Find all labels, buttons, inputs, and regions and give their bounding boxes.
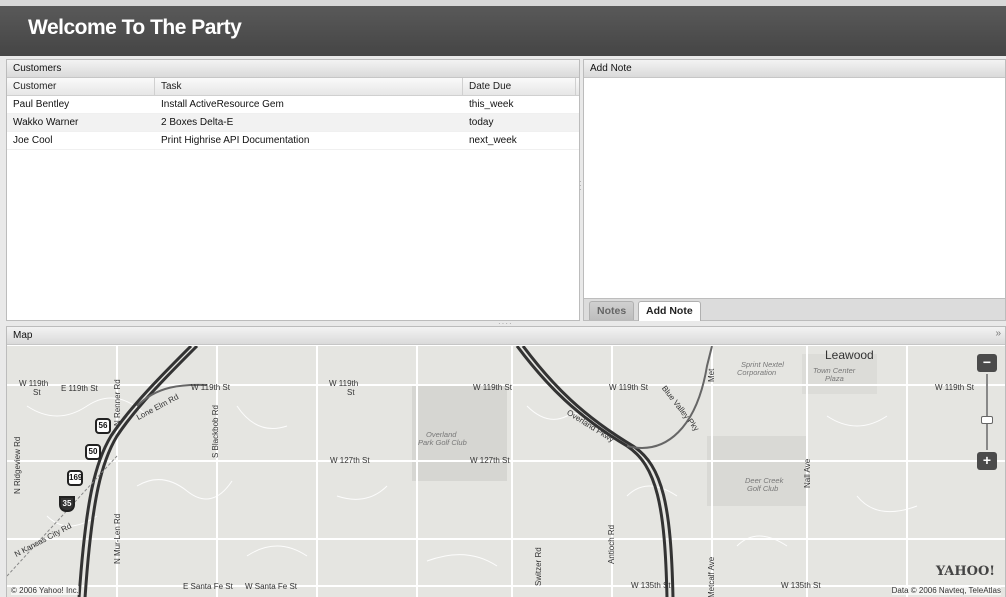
column-header-task[interactable]: Task xyxy=(155,78,463,95)
collapse-icon[interactable]: » xyxy=(995,328,1001,339)
map-label: W 119th xyxy=(19,379,49,388)
table-row[interactable]: Wakko Warner 2 Boxes Delta-E today xyxy=(7,114,579,132)
cell-customer: Joe Cool xyxy=(13,135,53,146)
column-header-customer[interactable]: Customer xyxy=(7,78,155,95)
add-note-panel-title: Add Note xyxy=(584,60,1005,78)
tab-add-note[interactable]: Add Note xyxy=(638,301,701,321)
map-label: Switzer Rd xyxy=(534,547,543,586)
map-label: St xyxy=(33,388,41,397)
map-panel-title: Map xyxy=(7,327,1005,345)
zoom-slider-track[interactable] xyxy=(986,374,988,450)
map-label: W 119th St xyxy=(935,383,974,392)
map-label: St xyxy=(347,388,355,397)
map-label: Plaza xyxy=(825,374,844,383)
interstate-35-shield: 35 xyxy=(59,496,75,512)
cell-date-due: next_week xyxy=(469,135,517,146)
customers-grid-header: Customer Task Date Due xyxy=(7,78,579,96)
cell-task: 2 Boxes Delta-E xyxy=(161,117,234,128)
map-label: W 119th St xyxy=(609,383,648,392)
zoom-slider-handle[interactable] xyxy=(981,416,993,424)
map-view[interactable]: W 119th St E 119th St W 119th St W 119th… xyxy=(7,346,1005,597)
cell-date-due: this_week xyxy=(469,99,514,110)
cell-task: Print Highrise API Documentation xyxy=(161,135,310,146)
copyright-right: Data © 2006 Navteq, TeleAtlas xyxy=(891,586,1001,595)
map-label: W 135th St xyxy=(631,581,671,590)
map-label: Leawood xyxy=(825,348,874,362)
cell-customer: Paul Bentley xyxy=(13,99,70,110)
map-label: Corporation xyxy=(737,368,777,377)
map-label: E 119th St xyxy=(61,384,98,393)
add-note-panel: Add Note Notes Add Note xyxy=(583,59,1006,321)
map-label: W 119th xyxy=(329,379,359,388)
customers-panel-title: Customers xyxy=(7,60,579,78)
zoom-out-button[interactable]: − xyxy=(977,354,997,372)
tab-bar: Notes Add Note xyxy=(584,298,1005,321)
cell-customer: Wakko Warner xyxy=(13,117,79,128)
highway-56-shield: 56 xyxy=(95,418,111,434)
map-label: W Santa Fe St xyxy=(245,582,298,591)
map-label: Nall Ave xyxy=(803,458,812,488)
map-label: E Santa Fe St xyxy=(183,582,233,591)
map-label: W 135th St xyxy=(781,581,821,590)
map-label: W 119th St xyxy=(191,383,230,392)
map-label: Antioch Rd xyxy=(607,524,616,564)
customers-panel: Customers Customer Task Date Due Paul Be… xyxy=(6,59,580,321)
column-header-date-due[interactable]: Date Due xyxy=(463,78,576,95)
map-label: W 127th St xyxy=(470,456,510,465)
map-label: W 127th St xyxy=(330,456,370,465)
highway-169-shield: 169 xyxy=(67,470,83,486)
map-label: N Ridgeview Rd xyxy=(13,436,22,494)
copyright-left: © 2006 Yahoo! Inc. xyxy=(11,586,79,595)
zoom-control: − + xyxy=(977,354,997,470)
map-label: Park Golf Club xyxy=(418,438,467,447)
zoom-in-button[interactable]: + xyxy=(977,452,997,470)
map-label: Metcalf Ave xyxy=(707,556,716,597)
cell-task: Install ActiveResource Gem xyxy=(161,99,284,110)
table-row[interactable]: Paul Bentley Install ActiveResource Gem … xyxy=(7,96,579,114)
vertical-splitter[interactable]: · · · xyxy=(579,178,582,196)
map-label: N Renner Rd xyxy=(113,379,122,426)
yahoo-logo: YAHOO! xyxy=(935,564,995,579)
app-window: Welcome To The Party Customers Customer … xyxy=(0,0,1006,597)
cell-date-due: today xyxy=(469,117,494,128)
highway-50-shield: 50 xyxy=(85,444,101,460)
map-label: W 119th St xyxy=(473,383,512,392)
table-row[interactable]: Joe Cool Print Highrise API Documentatio… xyxy=(7,132,579,150)
tab-notes[interactable]: Notes xyxy=(589,301,635,320)
map-label: S Blackbob Rd xyxy=(211,405,220,458)
app-header: Welcome To The Party xyxy=(0,0,1006,56)
page-title: Welcome To The Party xyxy=(28,16,242,39)
map-panel: Map » W 119th St E 119th St W 119th St W… xyxy=(6,326,1006,597)
map-label: Golf Club xyxy=(747,484,779,493)
map-label: Met xyxy=(707,368,716,382)
map-label: N Mur-Len Rd xyxy=(113,513,122,564)
